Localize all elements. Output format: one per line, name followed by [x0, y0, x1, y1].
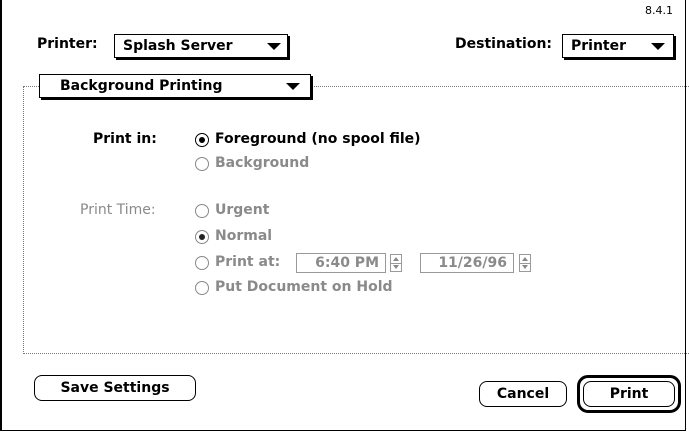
destination-label: Destination: [455, 36, 553, 52]
arrow-down-icon [522, 265, 528, 269]
chevron-down-icon [267, 43, 281, 50]
panel-popup[interactable]: Background Printing [39, 74, 311, 98]
chevron-down-icon [286, 83, 300, 90]
cancel-button[interactable]: Cancel [479, 381, 567, 407]
radio-hold[interactable] [195, 281, 209, 295]
chevron-down-icon [651, 43, 665, 50]
radio-foreground[interactable] [195, 133, 209, 147]
printer-label: Printer: [37, 36, 98, 52]
radio-urgent[interactable] [195, 204, 209, 218]
hold-label[interactable]: Put Document on Hold [215, 279, 393, 295]
printer-popup[interactable]: Splash Server [114, 34, 288, 58]
date-field-value: 11/26/96 [438, 255, 507, 271]
print-in-label: Print in: [93, 131, 157, 147]
settings-group-box [23, 86, 689, 354]
urgent-label[interactable]: Urgent [215, 202, 269, 218]
background-label[interactable]: Background [215, 155, 309, 171]
time-field[interactable]: 6:40 PM [296, 253, 386, 273]
arrow-up-icon [522, 257, 528, 261]
radio-print-at[interactable] [195, 256, 209, 270]
save-settings-label: Save Settings [60, 380, 170, 396]
arrow-down-icon [393, 265, 399, 269]
radio-normal[interactable] [195, 230, 209, 244]
destination-popup-value: Printer [571, 38, 627, 54]
print-time-label: Print Time: [80, 202, 156, 218]
radio-background[interactable] [195, 157, 209, 171]
normal-label[interactable]: Normal [215, 228, 272, 244]
panel-popup-value: Background Printing [60, 78, 223, 94]
foreground-label[interactable]: Foreground (no spool file) [215, 131, 421, 147]
print-at-label[interactable]: Print at: [215, 254, 280, 270]
printer-popup-value: Splash Server [123, 38, 233, 54]
date-field[interactable]: 11/26/96 [420, 253, 514, 273]
version-label: 8.4.1 [645, 4, 673, 17]
date-stepper[interactable] [519, 254, 531, 272]
save-settings-button[interactable]: Save Settings [34, 375, 196, 401]
print-label: Print [609, 386, 649, 402]
arrow-up-icon [393, 257, 399, 261]
time-field-value: 6:40 PM [315, 255, 379, 271]
cancel-label: Cancel [496, 386, 550, 402]
print-button[interactable]: Print [583, 381, 675, 407]
destination-popup[interactable]: Printer [562, 34, 674, 58]
time-stepper[interactable] [390, 254, 402, 272]
